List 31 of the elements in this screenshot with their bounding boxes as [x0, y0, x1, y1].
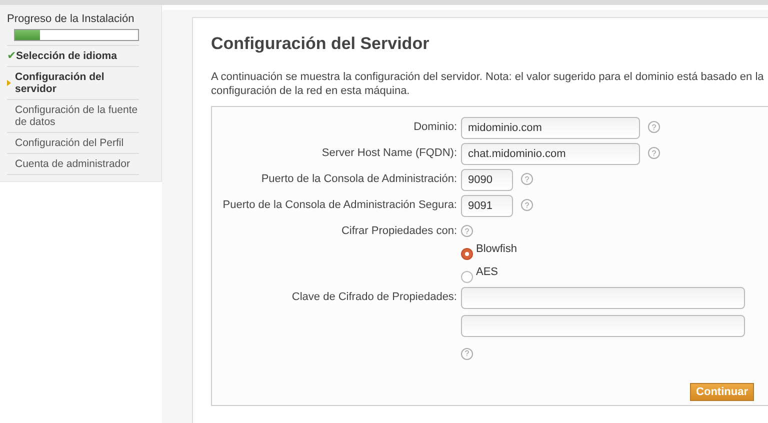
field-label: Server Host Name (FQDN):: [320, 146, 457, 161]
port-field[interactable]: 9090: [461, 169, 513, 191]
field-label: Puerto de la Consola de Administración:: [260, 172, 457, 187]
step-label: Cuenta de administrador: [14, 158, 130, 170]
password-field[interactable]: [461, 287, 745, 309]
password-field[interactable]: [461, 315, 745, 337]
page-title: Configuración del Servidor: [211, 34, 430, 54]
field-label: Puerto de la Consola de Administración Segura:: [222, 198, 457, 213]
help-icon[interactable]: ?: [521, 199, 533, 211]
field-label: Dominio:: [412, 120, 457, 135]
field-label: Clave de Cifrado de Propiedades:: [290, 290, 457, 305]
field-label: Cifrar Propiedades con:: [340, 224, 457, 239]
check-icon: ✔: [7, 50, 16, 62]
description-text: A continuación se muestra la configuración del servidor. Nota: el valor sugerido para el dominio está basado en la configuración de la red en esta máquina.: [211, 70, 765, 98]
help-icon[interactable]: ?: [461, 225, 473, 237]
continue-button[interactable]: Continuar: [690, 383, 754, 401]
step-label: Selección de idioma: [16, 50, 117, 62]
text-field[interactable]: chat.midominio.com: [461, 143, 640, 165]
step-label: Configuración del Perfil: [14, 137, 124, 149]
help-icon[interactable]: ?: [648, 121, 660, 133]
sidebar-title: Progreso de la Instalación: [6, 12, 136, 27]
help-icon[interactable]: ?: [648, 147, 660, 159]
step-label: Configuración de la fuente de datos: [14, 104, 139, 128]
port-field[interactable]: 9091: [461, 195, 513, 217]
arrow-icon: [7, 80, 11, 86]
text-field[interactable]: midominio.com: [461, 117, 640, 139]
help-icon[interactable]: ?: [521, 173, 533, 185]
radio-option[interactable]: Blowfish: [461, 243, 768, 260]
help-icon[interactable]: ?: [461, 348, 473, 360]
step-label: Configuración del servidor: [14, 71, 106, 95]
radio-option[interactable]: AES: [461, 266, 768, 283]
